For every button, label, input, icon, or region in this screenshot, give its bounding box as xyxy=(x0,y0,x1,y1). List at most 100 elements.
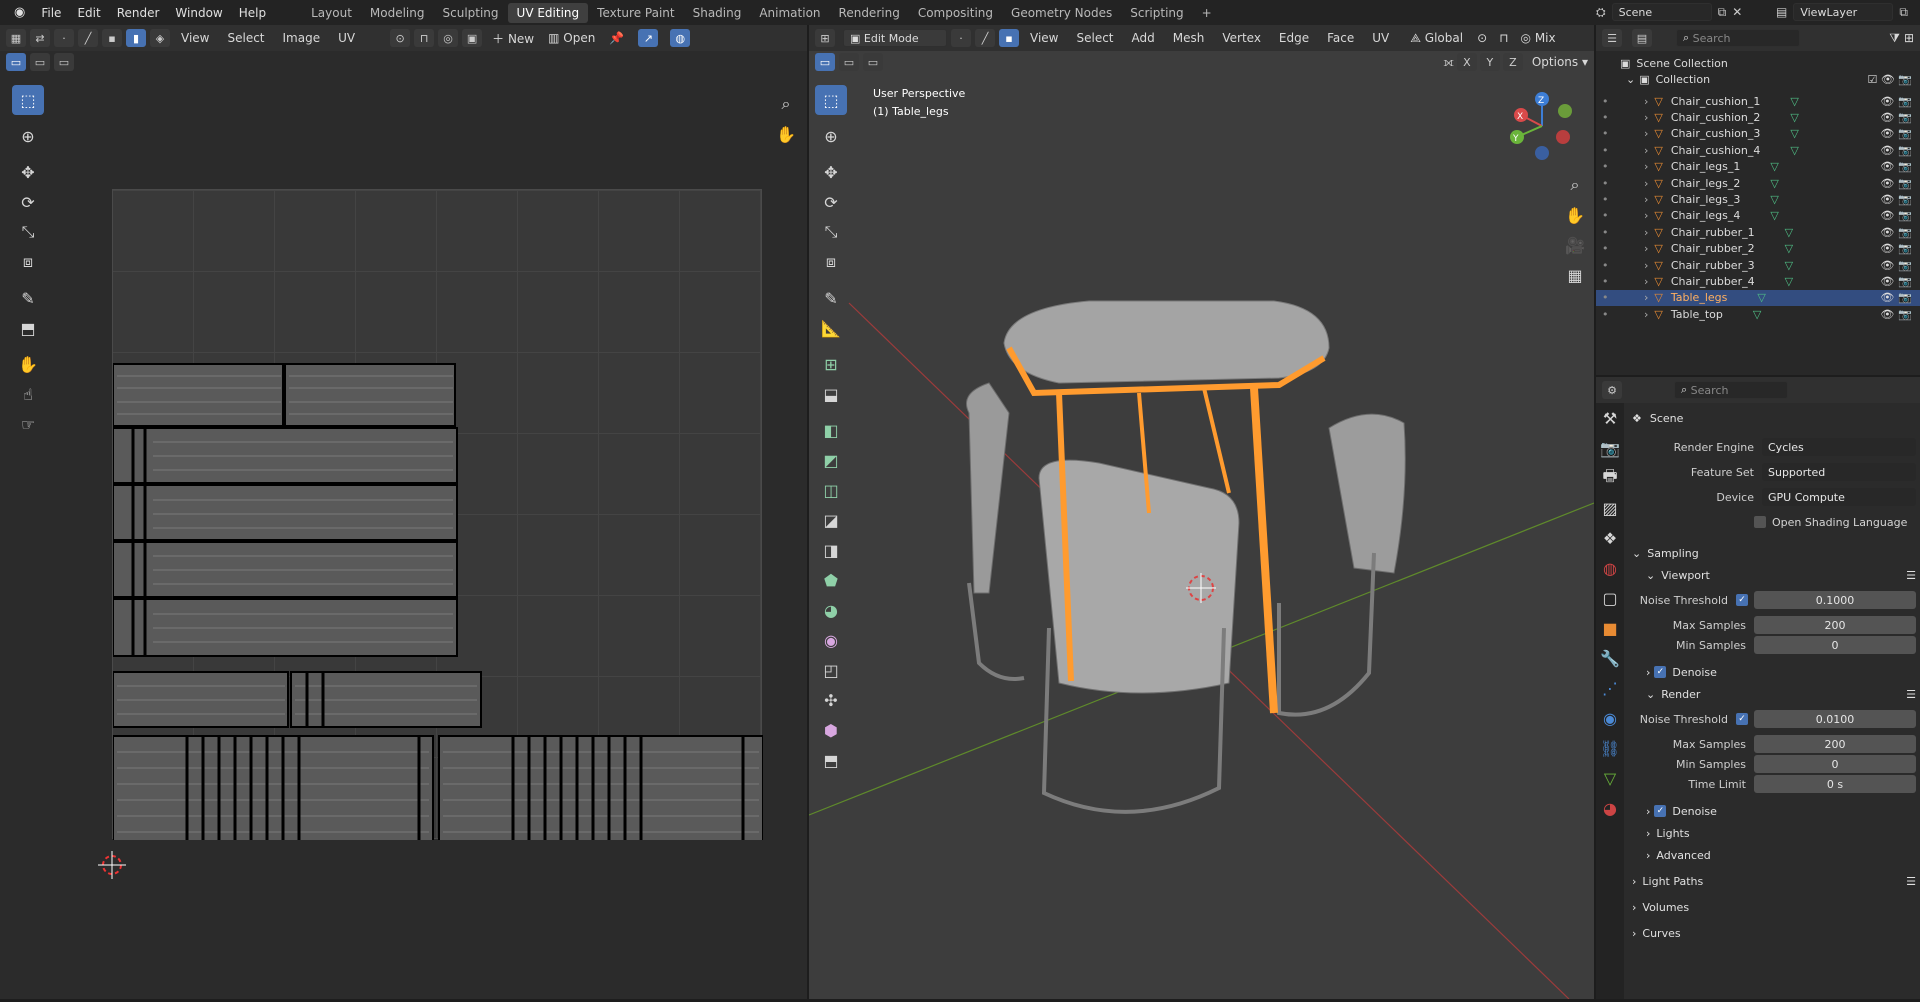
viewlayer-field[interactable]: ViewLayer xyxy=(1793,3,1894,21)
image-browse-icon[interactable]: ▣ xyxy=(462,29,483,47)
mesh-data-icon[interactable]: ▽ xyxy=(1770,193,1778,206)
viewport-menu-vertex[interactable]: Vertex xyxy=(1215,31,1268,45)
visibility-dot-icon[interactable]: • xyxy=(1602,291,1622,304)
outliner-item[interactable]: • › ▽ Chair_legs_3 ▽ 👁 📷 xyxy=(1596,191,1920,207)
annotate-tool-icon[interactable]: ✎ xyxy=(815,283,847,313)
eye-icon[interactable]: 👁 xyxy=(1880,291,1894,304)
knife-tool-icon[interactable]: ◪ xyxy=(815,505,847,535)
mode-dropdown[interactable]: ▣ Edit Mode xyxy=(843,29,947,47)
mesh-data-icon[interactable]: ▽ xyxy=(1770,177,1778,190)
outliner-item[interactable]: • › ▽ Chair_legs_1 ▽ 👁 📷 xyxy=(1596,159,1920,175)
mirror-icon[interactable]: ⟗ xyxy=(1443,55,1454,70)
camera-icon[interactable]: 🎥 xyxy=(1559,230,1591,260)
smooth-tool-icon[interactable]: ◉ xyxy=(815,625,847,655)
viewport-denoise-checkbox[interactable]: ✓ xyxy=(1654,666,1667,678)
mesh-data-icon[interactable]: ▽ xyxy=(1790,95,1798,108)
visibility-dot-icon[interactable]: • xyxy=(1602,177,1622,190)
outliner-item[interactable]: • › ▽ Chair_rubber_4 ▽ 👁 📷 xyxy=(1596,273,1920,289)
eye-icon[interactable]: 👁 xyxy=(1880,160,1894,173)
chevron-right-icon[interactable]: › xyxy=(1644,111,1648,124)
osl-checkbox[interactable] xyxy=(1754,516,1766,528)
camera-icon[interactable]: 📷 xyxy=(1898,144,1912,157)
chevron-right-icon[interactable]: › xyxy=(1644,95,1648,108)
select-new-icon[interactable]: ▭ xyxy=(815,53,835,71)
outliner-item[interactable]: • › ▽ Chair_rubber_3 ▽ 👁 📷 xyxy=(1596,257,1920,273)
viewport-menu-view[interactable]: View xyxy=(1023,31,1065,45)
outliner-item[interactable]: • › ▽ Chair_rubber_1 ▽ 👁 📷 xyxy=(1596,224,1920,240)
vertex-select-icon[interactable]: · xyxy=(54,29,74,47)
scene-field[interactable]: Scene xyxy=(1611,3,1712,21)
camera-icon[interactable]: 📷 xyxy=(1898,95,1912,108)
scene-icon[interactable]: ⛭ xyxy=(1596,5,1606,20)
camera-icon[interactable]: 📷 xyxy=(1898,259,1912,272)
viewport-menu-select[interactable]: Select xyxy=(1069,31,1120,45)
tab-shading[interactable]: Shading xyxy=(684,3,751,23)
transform-tool-icon[interactable]: ⧈ xyxy=(12,247,44,277)
add-workspace-button[interactable]: + xyxy=(1193,3,1221,23)
tool-tab-icon[interactable]: ⚒ xyxy=(1596,403,1624,433)
face-select-icon[interactable]: ▪ xyxy=(102,29,122,47)
eye-icon[interactable]: 👁 xyxy=(1880,209,1894,222)
select-extend-icon[interactable]: ▭ xyxy=(30,53,50,71)
particles-tab-icon[interactable]: ⋰ xyxy=(1596,673,1624,703)
visibility-dot-icon[interactable]: • xyxy=(1602,127,1622,140)
properties-search[interactable]: ⌕ Search xyxy=(1674,381,1788,399)
outliner-item[interactable]: • › ▽ Chair_cushion_4 ▽ 👁 📷 xyxy=(1596,142,1920,158)
visibility-dot-icon[interactable]: • xyxy=(1602,111,1622,124)
camera-icon[interactable]: 📷 xyxy=(1898,226,1912,239)
filter-icon[interactable]: ⧩ xyxy=(1889,31,1900,46)
menu-edit[interactable]: Edit xyxy=(69,6,108,20)
light-paths-section[interactable]: › Light Paths ☰ xyxy=(1632,870,1916,892)
rip-tool-icon[interactable]: ⬒ xyxy=(12,313,44,343)
render-max-field[interactable]: 200 xyxy=(1754,735,1916,753)
uv-menu-image[interactable]: Image xyxy=(276,31,328,45)
bevel-tool-icon[interactable]: ◩ xyxy=(815,445,847,475)
navigation-gizmo[interactable]: Z X Y xyxy=(1505,89,1579,163)
zoom-icon[interactable]: ⌕ xyxy=(770,89,802,119)
scene-tab-icon[interactable]: ❖ xyxy=(1596,523,1624,553)
uv-grid[interactable] xyxy=(112,189,763,840)
camera-icon[interactable]: 📷 xyxy=(1898,111,1912,124)
zoom-icon[interactable]: ⌕ xyxy=(1559,170,1591,200)
inset-tool-icon[interactable]: ◧ xyxy=(815,415,847,445)
new-viewlayer-icon[interactable]: ⧉ xyxy=(1899,5,1908,20)
edge-select-icon[interactable]: ╱ xyxy=(78,29,98,47)
menu-help[interactable]: Help xyxy=(231,6,274,20)
eye-icon[interactable]: 👁 xyxy=(1880,95,1894,108)
options-dropdown[interactable]: Options ▾ xyxy=(1532,55,1588,69)
eye-icon[interactable]: 👁 xyxy=(1880,111,1894,124)
shear-tool-icon[interactable]: ⬢ xyxy=(815,715,847,745)
mesh-data-icon[interactable]: ▽ xyxy=(1770,209,1778,222)
edge-slide-tool-icon[interactable]: ◰ xyxy=(815,655,847,685)
select-box-tool-icon[interactable]: ⬚ xyxy=(815,85,847,115)
move-tool-icon[interactable]: ✥ xyxy=(12,157,44,187)
viewport-menu-uv[interactable]: UV xyxy=(1365,31,1396,45)
physics-tab-icon[interactable]: ◉ xyxy=(1596,703,1624,733)
uv-menu-uv[interactable]: UV xyxy=(331,31,362,45)
cursor-tool-icon[interactable]: ⊕ xyxy=(815,121,847,151)
orientation-dropdown[interactable]: ⟁ Global xyxy=(1410,31,1463,46)
viewport-menu-mesh[interactable]: Mesh xyxy=(1166,31,1212,45)
material-tab-icon[interactable]: ◕ xyxy=(1596,793,1624,823)
editor-type-icon[interactable]: ⊞ xyxy=(815,29,835,47)
collection-row[interactable]: ⌄ ▣ Collection ☑ 👁 📷 xyxy=(1620,71,1920,87)
select-new-icon[interactable]: ▭ xyxy=(6,53,26,71)
expand-chevron-icon[interactable]: ⌄ xyxy=(1626,73,1635,86)
mesh-data-icon[interactable]: ▽ xyxy=(1753,308,1761,321)
visibility-dot-icon[interactable]: • xyxy=(1602,193,1622,206)
mesh-data-icon[interactable]: ▽ xyxy=(1790,144,1798,157)
new-image-button[interactable]: ＋ New xyxy=(492,30,534,47)
camera-icon[interactable]: 📷 xyxy=(1898,160,1912,173)
chevron-right-icon[interactable]: › xyxy=(1644,127,1648,140)
list-icon[interactable]: ☰ xyxy=(1906,569,1916,582)
select-extend-icon[interactable]: ▭ xyxy=(839,53,859,71)
gizmo-toggle-icon[interactable]: ↗ xyxy=(638,29,659,47)
transform-tool-icon[interactable]: ⧈ xyxy=(815,247,847,277)
scale-tool-icon[interactable]: ⤡ xyxy=(12,217,44,247)
visibility-dot-icon[interactable]: • xyxy=(1602,144,1622,157)
eye-icon[interactable]: 👁 xyxy=(1880,127,1894,140)
render-min-field[interactable]: 0 xyxy=(1754,755,1916,773)
sampling-section[interactable]: ⌄ Sampling xyxy=(1632,542,1916,564)
render-engine-dropdown[interactable]: Cycles xyxy=(1762,438,1916,456)
chevron-right-icon[interactable]: › xyxy=(1644,160,1648,173)
